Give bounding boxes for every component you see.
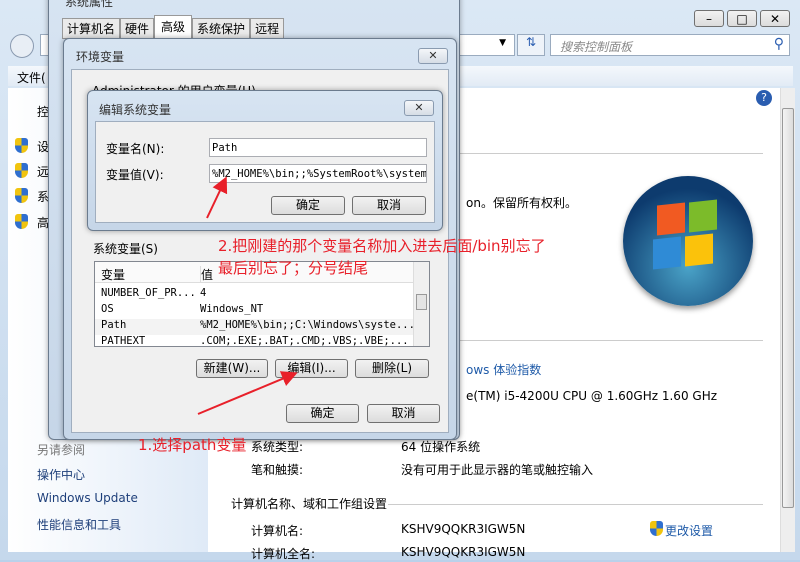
annotation-step2-line2: 最后别忘了；分号结尾: [218, 259, 369, 277]
annotation-step2-line1: 2.把刚建的那个变量名称加入进去后面/bin别忘了: [218, 237, 546, 255]
arrow-to-value: [206, 176, 228, 219]
arrow-to-edit: [197, 371, 298, 415]
annotation-arrows: [197, 176, 298, 415]
annotation-step1: 1.选择path变量: [138, 436, 247, 454]
